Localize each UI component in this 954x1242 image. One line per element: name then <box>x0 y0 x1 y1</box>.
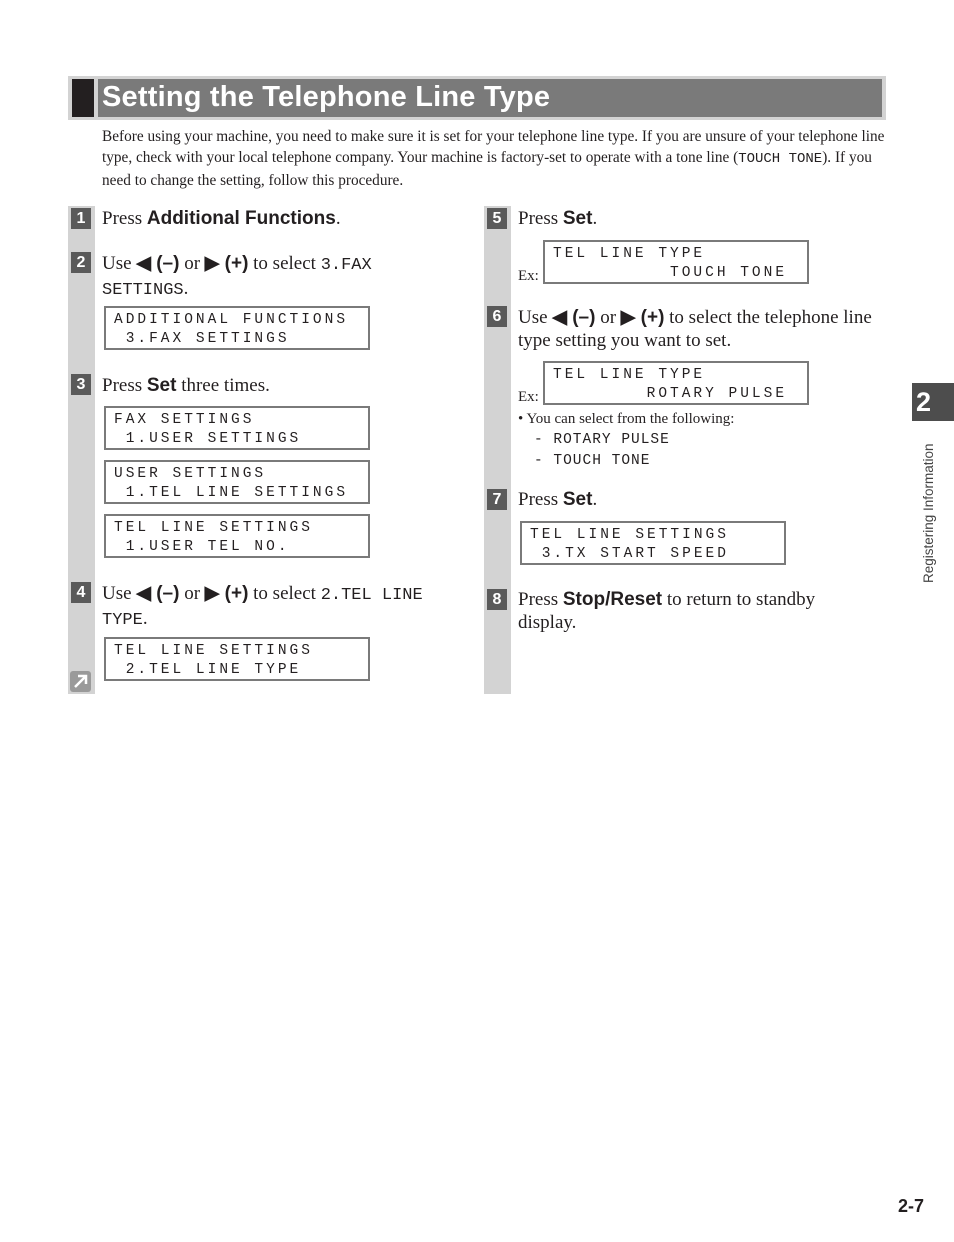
step-5-text: Press Set. <box>518 208 598 229</box>
lcd-display: TEL LINE TYPE ROTARY PULSE <box>543 361 809 405</box>
intro-mono: TOUCH TONE <box>738 151 823 167</box>
page-number: 2-7 <box>898 1196 925 1216</box>
step-7-text: Press Set. <box>518 489 598 510</box>
options-note: • You can select from the following: - R… <box>518 409 734 472</box>
lcd-display: TEL LINE SETTINGS 1.USER TEL NO. <box>104 514 370 558</box>
lcd-display: TEL LINE SETTINGS 2.TEL LINE TYPE <box>104 637 370 681</box>
step-2-text: Use ◀ (–) or ▶ (+) to select 3.FAX SETTI… <box>102 253 372 300</box>
step-8-text: Press Stop/Reset to return to standby di… <box>518 589 816 633</box>
step-number: 8 <box>487 589 507 610</box>
continue-arrow-icon <box>70 671 91 692</box>
note-text: • You can select from the following: <box>518 411 735 427</box>
step-3-text: Press Set three times. <box>102 375 270 396</box>
lcd-display: TEL LINE SETTINGS 3.TX START SPEED <box>520 521 786 565</box>
example-label: Ex: <box>518 268 539 284</box>
lcd-display: TEL LINE TYPE TOUCH TONE <box>543 240 809 284</box>
right-step-bar <box>484 206 511 694</box>
lcd-display: USER SETTINGS 1.TEL LINE SETTINGS <box>104 460 370 504</box>
example-label: Ex: <box>518 389 539 405</box>
step-number: 6 <box>487 306 507 327</box>
step-number: 1 <box>71 208 91 229</box>
step-number: 2 <box>71 252 91 273</box>
chapter-label: Registering Information <box>921 443 936 583</box>
lcd-display: FAX SETTINGS 1.USER SETTINGS <box>104 406 370 450</box>
lcd-display: ADDITIONAL FUNCTIONS 3.FAX SETTINGS <box>104 306 370 350</box>
chapter-tab: 2 <box>912 383 954 421</box>
option-rotary-pulse: - ROTARY PULSE <box>534 432 670 448</box>
step-4-text: Use ◀ (–) or ▶ (+) to select 2.TEL LINE … <box>102 583 423 630</box>
title-marker <box>72 79 94 117</box>
intro-paragraph: Before using your machine, you need to m… <box>102 126 887 191</box>
step-number: 5 <box>487 208 507 229</box>
step-number: 4 <box>71 582 91 603</box>
step-1-text: Press Additional Functions. <box>102 208 341 229</box>
left-step-bar <box>68 206 95 694</box>
page-title: Setting the Telephone Line Type <box>102 81 551 113</box>
step-number: 7 <box>487 489 507 510</box>
option-touch-tone: - TOUCH TONE <box>534 453 651 469</box>
step-number: 3 <box>71 374 91 395</box>
step-6-text: Use ◀ (–) or ▶ (+) to select the telepho… <box>518 307 872 351</box>
